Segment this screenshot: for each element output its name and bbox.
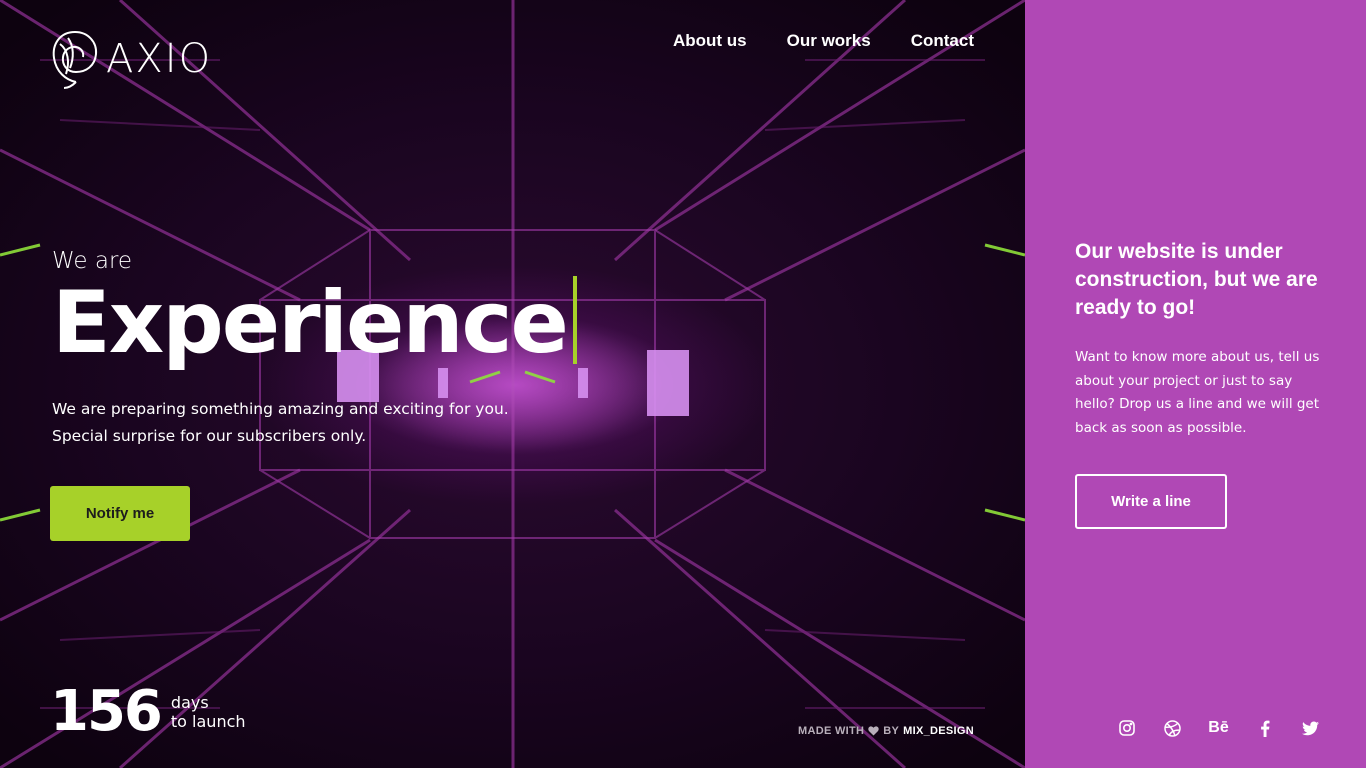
nav-contact[interactable]: Contact — [911, 31, 974, 51]
twitter-icon[interactable] — [1302, 718, 1319, 738]
notify-me-button[interactable]: Notify me — [50, 486, 190, 541]
social-links: Bē — [1118, 718, 1319, 738]
footer-credit: MADE WITH BY MIX_DESIGN — [798, 725, 974, 737]
typing-cursor — [572, 276, 577, 364]
countdown-unit: days — [170, 693, 209, 712]
logo[interactable]: AXIO — [50, 28, 212, 90]
nav-about-us[interactable]: About us — [673, 31, 747, 51]
countdown-number: 156 — [50, 679, 163, 744]
tunnel-background-image — [0, 0, 1025, 768]
by-text: BY — [883, 725, 900, 737]
author-link[interactable]: MIX_DESIGN — [903, 725, 974, 737]
panel-title: Our website is under construction, but w… — [1075, 240, 1318, 319]
dribbble-icon[interactable] — [1164, 718, 1181, 738]
hero-description: We are preparing something amazing and e… — [52, 396, 509, 450]
main-nav: About us Our works Contact — [673, 31, 974, 51]
hero-intro: We are Experience — [52, 248, 577, 368]
hero-title: Experience — [52, 273, 569, 374]
behance-label: Bē — [1208, 719, 1229, 736]
heart-icon — [868, 726, 879, 736]
logo-text: AXIO — [106, 36, 213, 82]
hero-section: AXIO About us Our works Contact We are E… — [0, 0, 1025, 768]
hero-headline: Experience — [52, 276, 577, 368]
countdown-suffix: to launch — [170, 712, 246, 731]
panel-text: Want to know more about us, tell us abou… — [1075, 349, 1320, 436]
instagram-icon[interactable] — [1118, 718, 1135, 738]
facebook-icon[interactable] — [1256, 718, 1273, 738]
hero-description-line-2: Special surprise for our subscribers onl… — [52, 427, 367, 445]
write-a-line-button[interactable]: Write a line — [1075, 474, 1227, 529]
nav-our-works[interactable]: Our works — [787, 31, 871, 51]
shell-logo-icon — [52, 31, 98, 89]
countdown-label: days to launch — [171, 693, 246, 731]
hero-pre-title: We are — [52, 248, 133, 274]
hero-description-line-1: We are preparing something amazing and e… — [52, 400, 509, 418]
countdown: 156 days to launch — [50, 684, 246, 740]
info-panel: Our website is under construction, but w… — [1025, 0, 1366, 768]
behance-icon[interactable]: Bē — [1208, 718, 1229, 738]
made-with-text: MADE WITH — [798, 725, 865, 737]
